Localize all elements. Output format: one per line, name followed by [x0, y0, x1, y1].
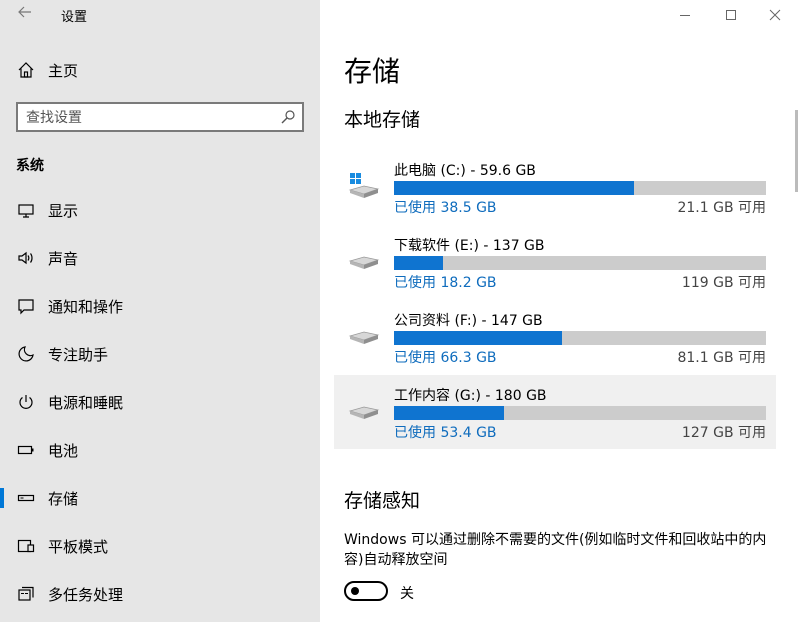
search-box[interactable]: [16, 102, 304, 132]
main-content: 存储 本地存储 此电脑 (C:) - 59.6 GB 已使用 38.5 GB 2…: [320, 0, 798, 622]
usage-bar: [394, 331, 766, 345]
usage-bar-fill: [394, 331, 562, 345]
drive-g[interactable]: 工作内容 (G:) - 180 GB 已使用 53.4 GB 127 GB 可用: [334, 375, 776, 449]
tablet-icon: [16, 536, 36, 556]
free-space: 21.1 GB 可用: [677, 200, 766, 216]
usage-bar-fill: [394, 406, 505, 420]
section-heading: 系统: [16, 158, 44, 174]
minimize-button[interactable]: [662, 0, 708, 30]
sidebar-item-label: 电池: [48, 441, 79, 460]
sidebar-item-focus-assist[interactable]: 专注助手: [0, 336, 320, 372]
sidebar-item-tablet-mode[interactable]: 平板模式: [0, 528, 320, 564]
speaker-icon: [16, 248, 36, 268]
battery-icon: [16, 440, 36, 460]
maximize-button[interactable]: [708, 0, 754, 30]
sidebar-item-sound[interactable]: 声音: [0, 240, 320, 276]
page-title: 存储: [344, 55, 401, 88]
usage-bar-fill: [394, 256, 444, 270]
sidebar-item-label: 通知和操作: [48, 297, 124, 316]
sidebar-item-notifications[interactable]: 通知和操作: [0, 288, 320, 324]
hard-drive-icon: [348, 320, 380, 348]
sidebar-item-storage[interactable]: 存储: [0, 480, 320, 516]
monitor-icon: [16, 200, 36, 220]
drive-name: 公司资料 (F:) - 147 GB: [394, 313, 543, 329]
close-button[interactable]: [752, 0, 798, 30]
hard-drive-icon: [348, 245, 380, 273]
used-space: 已使用 66.3 GB: [394, 350, 497, 366]
message-icon: [16, 296, 36, 316]
minimize-icon: [680, 15, 690, 16]
sidebar-item-home[interactable]: 主页: [0, 52, 320, 88]
search-icon[interactable]: [280, 109, 296, 125]
sidebar-item-label: 多任务处理: [48, 585, 124, 604]
free-space: 119 GB 可用: [681, 275, 766, 291]
sidebar-item-power-sleep[interactable]: 电源和睡眠: [0, 384, 320, 420]
sidebar-item-display[interactable]: 显示: [0, 192, 320, 228]
used-space: 已使用 38.5 GB: [394, 200, 497, 216]
drive-name: 此电脑 (C:) - 59.6 GB: [394, 163, 536, 179]
usage-bar: [394, 181, 766, 195]
sidebar-item-label: 电源和睡眠: [48, 393, 124, 412]
back-arrow-icon[interactable]: [14, 4, 36, 26]
usage-bar: [394, 256, 766, 270]
sidebar-item-label: 主页: [48, 61, 79, 80]
storage-icon: [16, 488, 36, 508]
sidebar-item-label: 声音: [48, 249, 79, 268]
drive-c[interactable]: 此电脑 (C:) - 59.6 GB 已使用 38.5 GB 21.1 GB 可…: [334, 150, 776, 224]
storage-sense-heading: 存储感知: [344, 490, 421, 512]
search-input[interactable]: [26, 108, 266, 128]
usage-bar-fill: [394, 181, 635, 195]
drive-name: 下载软件 (E:) - 137 GB: [394, 238, 545, 254]
used-space: 已使用 18.2 GB: [394, 275, 497, 291]
free-space: 127 GB 可用: [681, 425, 766, 441]
hard-drive-icon: [348, 395, 380, 423]
close-icon: [769, 9, 781, 21]
drive-f[interactable]: 公司资料 (F:) - 147 GB 已使用 66.3 GB 81.1 GB 可…: [334, 300, 776, 374]
app-title: 设置: [61, 10, 88, 25]
windows-drive-icon: [348, 170, 380, 198]
sidebar-item-label: 存储: [48, 489, 79, 508]
sidebar: 设置 主页 系统 显示 声音 通知和操作 专注助手: [0, 0, 320, 622]
free-space: 81.1 GB 可用: [677, 350, 766, 366]
sidebar-item-battery[interactable]: 电池: [0, 432, 320, 468]
maximize-icon: [726, 10, 736, 20]
used-space: 已使用 53.4 GB: [394, 425, 497, 441]
sidebar-item-label: 专注助手: [48, 345, 109, 364]
sidebar-item-label: 显示: [48, 201, 79, 220]
home-icon: [16, 60, 36, 80]
storage-sense-description: Windows 可以通过删除不需要的文件(例如临时文件和回收站中的内容)自动释放…: [344, 532, 767, 568]
sidebar-item-label: 平板模式: [48, 537, 109, 556]
sidebar-item-multitasking[interactable]: 多任务处理: [0, 576, 320, 612]
usage-bar: [394, 406, 766, 420]
local-storage-heading: 本地存储: [344, 109, 421, 131]
multitask-icon: [16, 584, 36, 604]
drive-name: 工作内容 (G:) - 180 GB: [394, 388, 547, 404]
drive-e[interactable]: 下载软件 (E:) - 137 GB 已使用 18.2 GB 119 GB 可用: [334, 225, 776, 299]
storage-sense-toggle[interactable]: [344, 581, 388, 601]
toggle-knob: [351, 587, 359, 595]
moon-icon: [16, 344, 36, 364]
power-icon: [16, 392, 36, 412]
toggle-state-label: 关: [400, 586, 414, 602]
